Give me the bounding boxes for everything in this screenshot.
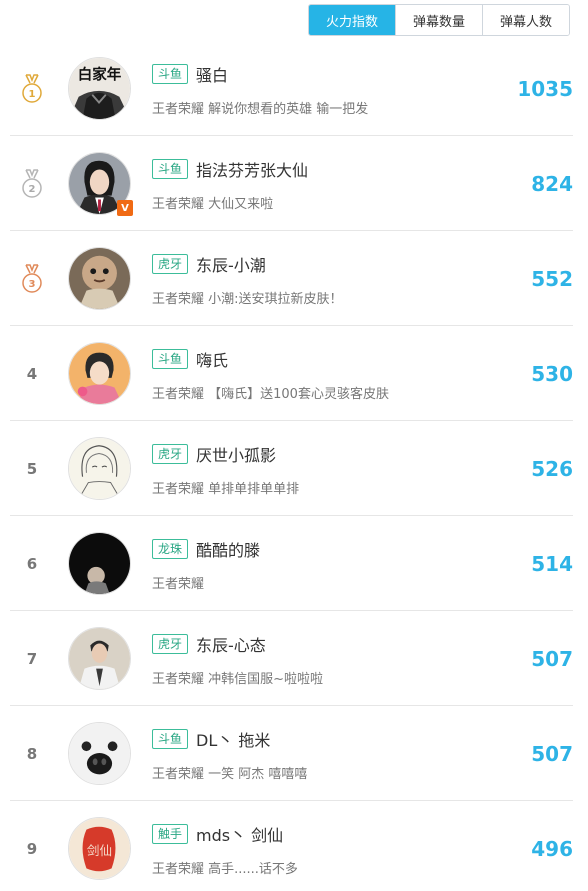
rank-number: 2	[29, 184, 36, 195]
fire-index-value: 507	[531, 646, 573, 671]
streamer-name[interactable]: 厌世小孤影	[196, 442, 276, 466]
ranking-row[interactable]: 5 虎牙 厌世小孤影 王者荣耀 单排单排单单排 526	[10, 421, 573, 516]
gold-medal-icon: 1	[22, 73, 42, 103]
rank-number: 4	[26, 364, 38, 383]
platform-tag: 龙珠	[152, 539, 189, 559]
ranking-row[interactable]: 2 V 斗鱼 指法芬芳张大仙 王者荣耀 大仙又来啦 824	[10, 136, 573, 231]
stream-description: 王者荣耀	[152, 577, 205, 592]
avatar-caption: 白家年	[78, 65, 122, 83]
ranking-row[interactable]: 8 斗鱼 DL丶 拖米 王者荣耀 一笑 阿杰 嘻嘻嘻 507	[10, 706, 573, 801]
fire-index-value: 514	[531, 551, 573, 576]
avatar[interactable]	[68, 627, 131, 690]
ranking-row[interactable]: 1 白家年 斗鱼 骚白 王者荣耀 解说你想看的英雄 输一把发 1035	[10, 41, 573, 136]
avatar-caption: 剑仙	[87, 843, 112, 858]
avatar[interactable]: 白家年	[68, 57, 131, 120]
platform-tag: 虎牙	[152, 634, 189, 654]
stream-description: 王者荣耀 高手......话不多	[152, 862, 298, 877]
tab-fire-index[interactable]: 火力指数	[309, 5, 395, 35]
stream-description: 王者荣耀 小潮:送安琪拉新皮肤！	[152, 292, 343, 307]
streamer-name[interactable]: mds丶 剑仙	[196, 822, 283, 846]
streamer-name[interactable]: 东辰-小潮	[196, 252, 266, 276]
streamer-name[interactable]: 指法芬芳张大仙	[196, 157, 308, 181]
rank-medal-silver: 2	[18, 136, 46, 231]
rank-number: 9	[26, 839, 38, 858]
platform-tag: 触手	[152, 824, 189, 844]
platform-tag: 虎牙	[152, 254, 189, 274]
stream-description: 王者荣耀 冲韩信国服~啦啦啦	[152, 672, 324, 687]
ranking-row[interactable]: 6 龙珠 酷酷的滕 王者荣耀 514	[10, 516, 573, 611]
verified-badge: V	[117, 200, 133, 216]
rank-number: 5	[26, 459, 38, 478]
avatar[interactable]	[68, 342, 131, 405]
platform-tag: 斗鱼	[152, 349, 189, 369]
platform-tag: 斗鱼	[152, 729, 189, 749]
ranking-row[interactable]: 4 斗鱼 嗨氏 王者荣耀 【嗨氏】送100套心灵骇客皮肤 530	[10, 326, 573, 421]
fire-index-value: 530	[531, 361, 573, 386]
avatar[interactable]: 剑仙	[68, 817, 131, 880]
fire-index-value: 552	[531, 266, 573, 291]
stream-description: 王者荣耀 大仙又来啦	[152, 197, 274, 212]
streamer-name[interactable]: 嗨氏	[196, 347, 228, 371]
rank-medal-bronze: 3	[18, 231, 46, 326]
fire-index-value: 1035	[517, 76, 573, 101]
sort-tabs: 火力指数 弹幕数量 弹幕人数	[308, 4, 570, 36]
platform-tag: 斗鱼	[152, 64, 189, 84]
rank-number: 7	[26, 649, 38, 668]
fire-index-value: 824	[531, 171, 573, 196]
silver-medal-icon: 2	[22, 168, 42, 198]
fire-index-value: 507	[531, 741, 573, 766]
rank-number: 1	[29, 89, 36, 100]
tab-danmaku-count[interactable]: 弹幕数量	[395, 5, 482, 35]
streamer-name[interactable]: 东辰-心态	[196, 632, 266, 656]
rank-medal-gold: 1	[18, 41, 46, 136]
ranking-row[interactable]: 3 虎牙 东辰-小潮 王者荣耀 小潮:送安琪拉新皮肤！ 552	[10, 231, 573, 326]
streamer-name[interactable]: DL丶 拖米	[196, 727, 270, 751]
stream-description: 王者荣耀 【嗨氏】送100套心灵骇客皮肤	[152, 387, 389, 402]
ranking-row[interactable]: 7 虎牙 东辰-心态 王者荣耀 冲韩信国服~啦啦啦 507	[10, 611, 573, 706]
rank-number: 3	[29, 279, 36, 290]
ranking-list: 1 白家年 斗鱼 骚白 王者荣耀 解说你想看的英雄 输一把发 1035 2 V …	[10, 41, 573, 891]
stream-description: 王者荣耀 单排单排单单排	[152, 482, 300, 497]
tab-danmaku-users[interactable]: 弹幕人数	[482, 5, 569, 35]
avatar[interactable]	[68, 532, 131, 595]
platform-tag: 虎牙	[152, 444, 189, 464]
fire-index-value: 526	[531, 456, 573, 481]
avatar[interactable]	[68, 437, 131, 500]
stream-description: 王者荣耀 解说你想看的英雄 输一把发	[152, 102, 369, 117]
stream-description: 王者荣耀 一笑 阿杰 嘻嘻嘻	[152, 767, 308, 782]
avatar[interactable]	[68, 722, 131, 785]
rank-number: 8	[26, 744, 38, 763]
streamer-name[interactable]: 骚白	[196, 62, 228, 86]
avatar[interactable]	[68, 247, 131, 310]
bronze-medal-icon: 3	[22, 263, 42, 293]
platform-tag: 斗鱼	[152, 159, 189, 179]
rank-number: 6	[26, 554, 38, 573]
ranking-row[interactable]: 9 剑仙 触手 mds丶 剑仙 王者荣耀 高手......话不多 496	[10, 801, 573, 891]
fire-index-value: 496	[531, 836, 573, 861]
streamer-name[interactable]: 酷酷的滕	[196, 537, 260, 561]
